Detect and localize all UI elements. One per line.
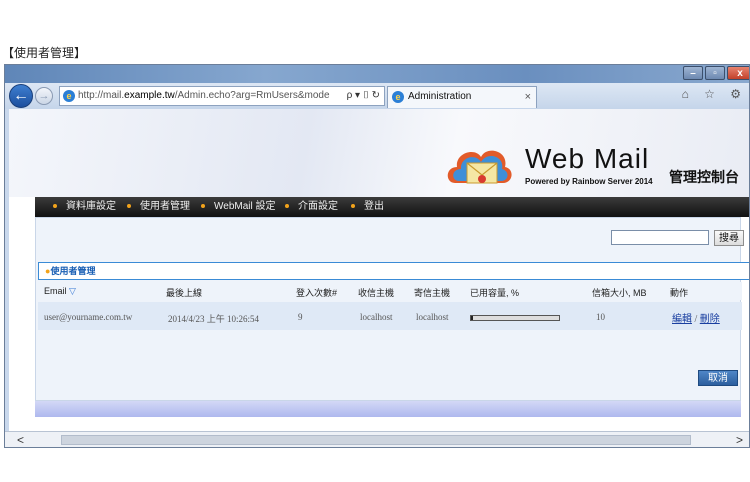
menu-bullet-icon bbox=[351, 204, 355, 209]
cell-login-count: 9 bbox=[298, 312, 303, 322]
title-bar: – ▫ x bbox=[5, 65, 749, 83]
cell-recv-host: localhost bbox=[360, 312, 393, 322]
cell-email: user@yourname.com.tw bbox=[44, 312, 133, 322]
cell-actions: 編輯 / 刪除 bbox=[672, 314, 720, 325]
tab-administration[interactable]: e Administration × bbox=[387, 86, 537, 108]
browser-window: – ▫ x ← → e http://mail.example.tw/Admin… bbox=[4, 64, 750, 448]
page-caption: 【使用者管理】 bbox=[2, 46, 87, 60]
usage-progress-fill bbox=[471, 316, 473, 320]
address-bar[interactable]: e http://mail.example.tw/Admin.echo?arg=… bbox=[59, 86, 385, 106]
cell-send-host: localhost bbox=[416, 312, 449, 322]
back-arrow-icon[interactable]: ← bbox=[9, 84, 33, 108]
forward-arrow-icon[interactable]: → bbox=[35, 87, 53, 105]
webmail-logo-icon bbox=[447, 150, 512, 184]
col-action: 動作 bbox=[670, 288, 689, 298]
ie-icon: e bbox=[63, 90, 75, 102]
cancel-button[interactable]: 取消 bbox=[698, 370, 738, 386]
search-button[interactable]: 搜尋 bbox=[714, 230, 744, 246]
cell-mailbox-size: 10 bbox=[596, 312, 605, 322]
delete-link[interactable]: 刪除 bbox=[700, 314, 720, 325]
scroll-left-icon[interactable]: < bbox=[17, 432, 24, 447]
menu-bullet-icon bbox=[53, 204, 57, 209]
browser-toolbar: ← → e http://mail.example.tw/Admin.echo?… bbox=[5, 83, 749, 109]
close-icon[interactable]: x bbox=[727, 66, 749, 80]
home-favorites-settings-icons[interactable]: ⌂ ☆ ⚙ bbox=[682, 87, 747, 101]
usage-progress-bar bbox=[470, 315, 560, 321]
window-controls: – ▫ x bbox=[683, 66, 749, 80]
tab-close-icon[interactable]: × bbox=[525, 87, 531, 107]
page-viewport: Web Mail Powered by Rainbow Server 2014 … bbox=[9, 109, 749, 431]
address-tools[interactable]: ρ ▾ ⌷ ↻ bbox=[347, 87, 380, 105]
tab-title: Administration bbox=[408, 91, 472, 102]
menu-item-interface[interactable]: 介面設定 bbox=[285, 197, 338, 217]
horizontal-scrollbar[interactable]: < > bbox=[5, 431, 749, 447]
col-send-host: 寄信主機 bbox=[414, 288, 451, 298]
address-url: http://mail.example.tw/Admin.echo?arg=Rm… bbox=[78, 90, 330, 101]
cell-last-login: 2014/4/23 上午 10:26:54 bbox=[168, 314, 260, 324]
menu-item-users[interactable]: 使用者管理 bbox=[127, 197, 190, 217]
edit-link[interactable]: 編輯 bbox=[672, 314, 692, 325]
menu-bullet-icon bbox=[201, 204, 205, 209]
scroll-right-icon[interactable]: > bbox=[736, 432, 743, 447]
sort-desc-icon[interactable]: ▽ bbox=[69, 286, 76, 296]
col-email[interactable]: Email ▽ bbox=[44, 286, 76, 297]
col-recv-host: 收信主機 bbox=[358, 288, 395, 298]
menu-item-logout[interactable]: 登出 bbox=[351, 197, 384, 217]
menu-item-database[interactable]: 資料庫設定 bbox=[53, 197, 116, 217]
col-usage: 已用容量, % bbox=[470, 288, 520, 298]
panel-title: ●使用者管理 bbox=[38, 262, 749, 280]
col-login-count: 登入次數# bbox=[296, 288, 338, 298]
brand-console-label: 管理控制台 bbox=[669, 169, 739, 185]
menu-item-webmail-settings[interactable]: WebMail 設定 bbox=[201, 197, 276, 217]
brand-title: Web Mail bbox=[525, 143, 650, 174]
minimize-icon[interactable]: – bbox=[683, 66, 703, 80]
menu-bullet-icon bbox=[127, 204, 131, 209]
scroll-thumb[interactable] bbox=[61, 435, 691, 445]
maximize-icon[interactable]: ▫ bbox=[705, 66, 725, 80]
footer-band bbox=[35, 401, 741, 417]
search-input[interactable] bbox=[611, 230, 709, 245]
col-last-login: 最後上線 bbox=[166, 288, 203, 298]
col-mailbox-size: 信箱大小, MB bbox=[592, 288, 647, 298]
menu-bullet-icon bbox=[285, 204, 289, 209]
main-menu: 資料庫設定 使用者管理 WebMail 設定 介面設定 登出 bbox=[35, 197, 749, 217]
main-content: 搜尋 ●使用者管理 Email ▽ 最後上線 登入次數# 收信主機 寄信主機 已… bbox=[35, 217, 749, 401]
ie-tab-icon: e bbox=[392, 91, 404, 103]
header-banner: Web Mail Powered by Rainbow Server 2014 … bbox=[9, 109, 749, 197]
brand-powered-by: Powered by Rainbow Server 2014 bbox=[525, 177, 653, 186]
